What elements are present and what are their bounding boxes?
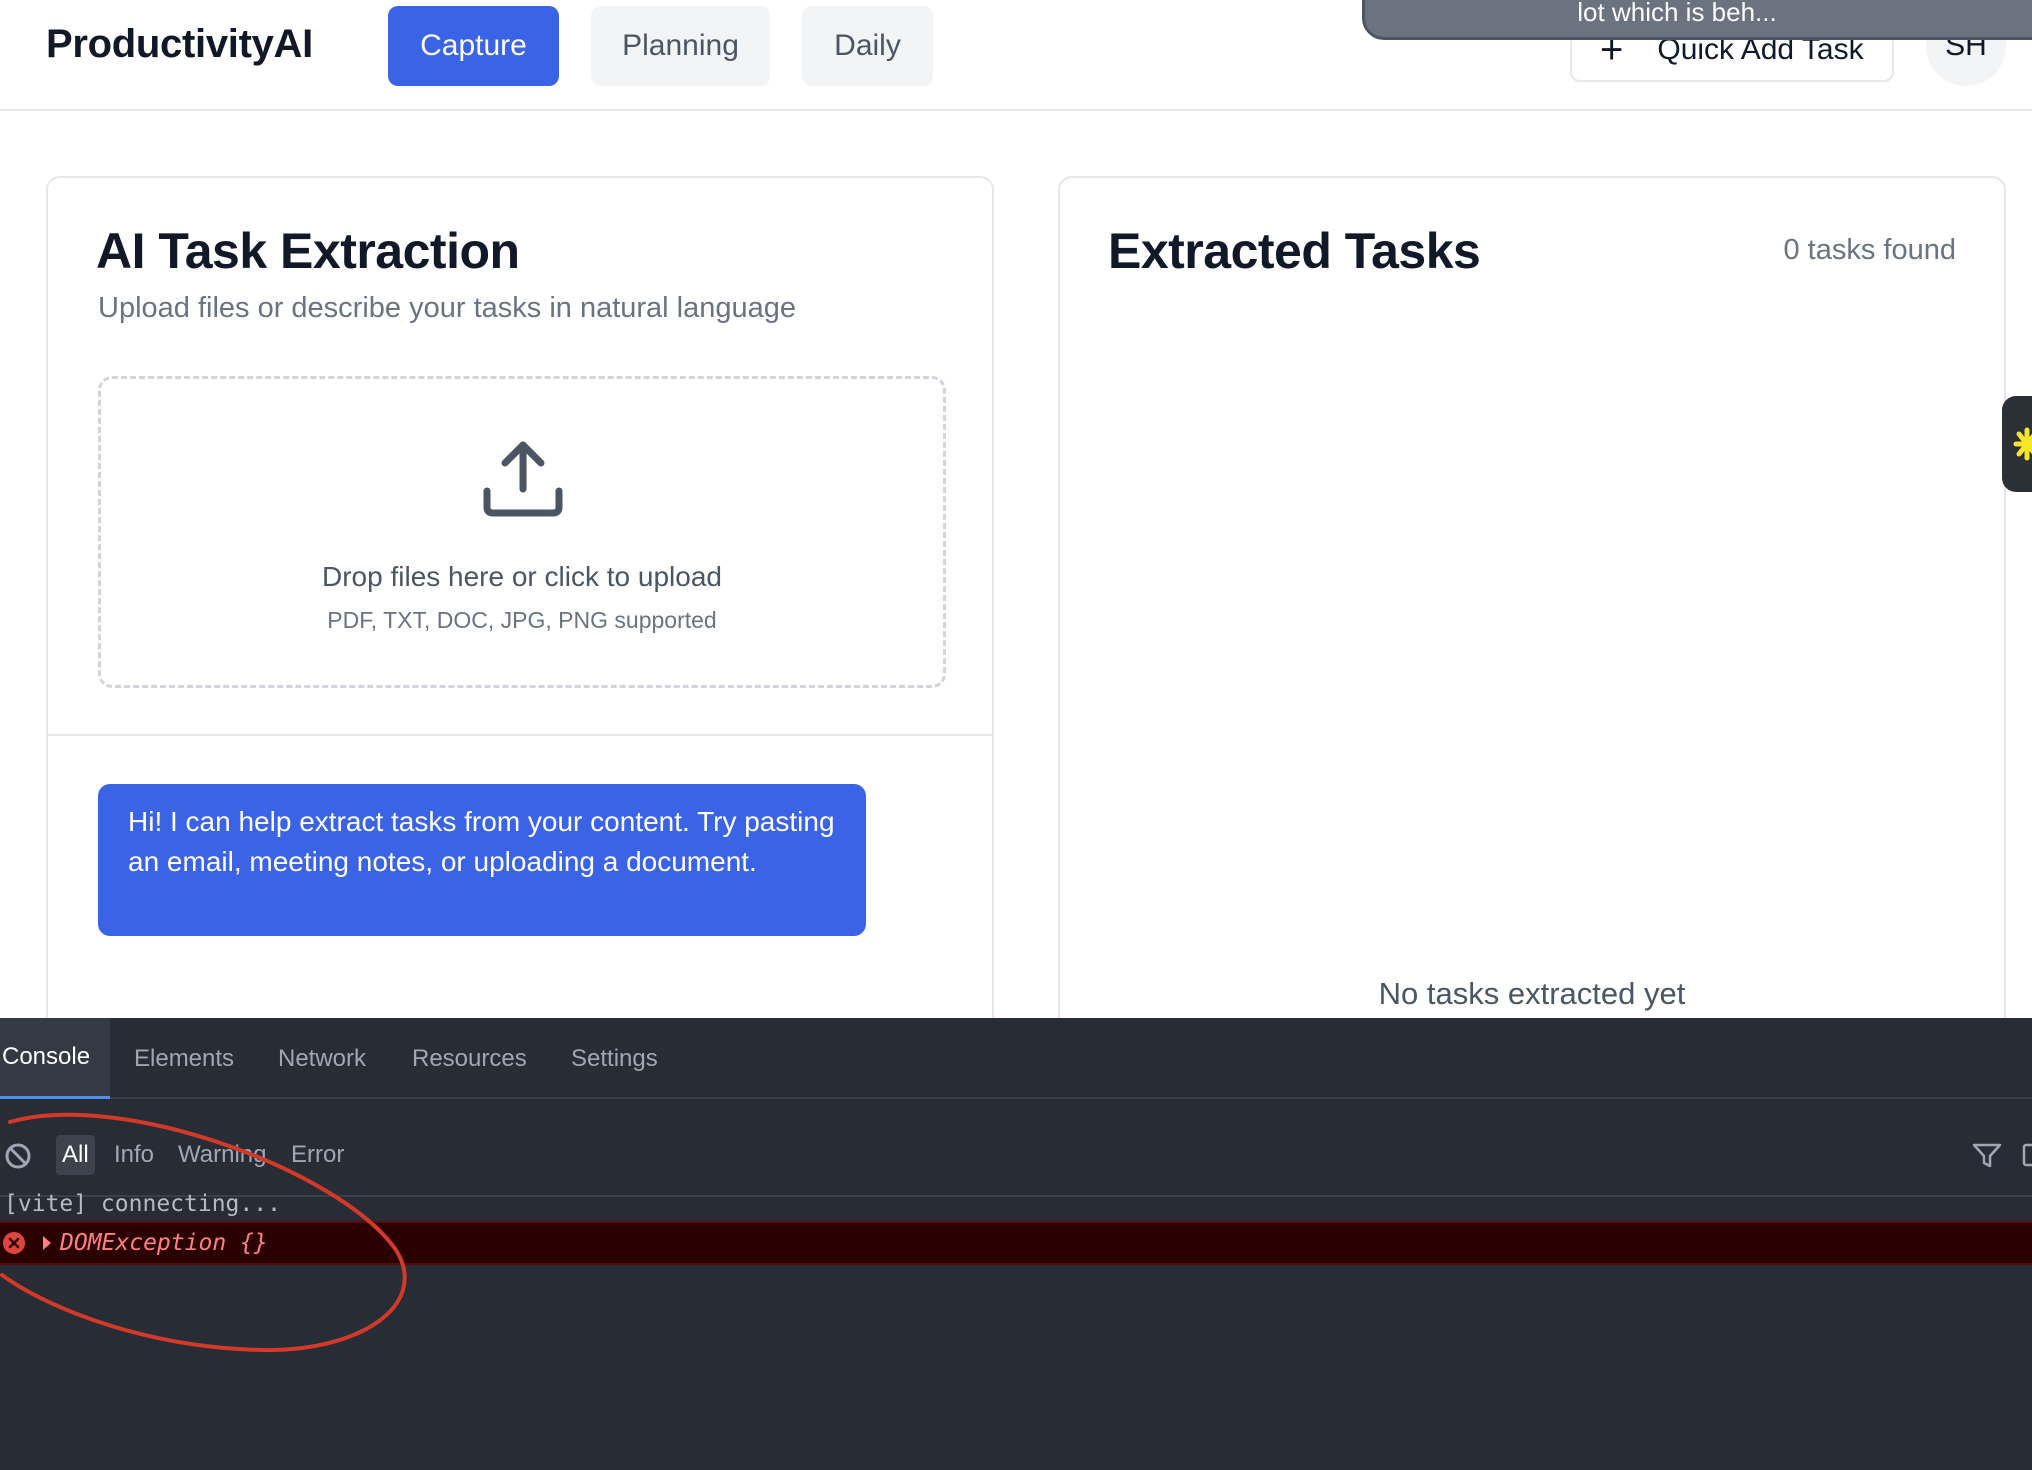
- task-count: 0 tasks found: [1783, 234, 1957, 266]
- error-icon: [3, 1232, 25, 1254]
- devtools-tab-settings[interactable]: Settings: [571, 1018, 658, 1099]
- clear-console-icon[interactable]: [4, 1142, 32, 1170]
- console-settings-icon[interactable]: [2022, 1143, 2032, 1169]
- console-log-info[interactable]: [vite] connecting...: [0, 1182, 2032, 1226]
- empty-state-text: No tasks extracted yet: [1378, 976, 1686, 1011]
- extracted-tasks-card: Extracted Tasks 0 tasks found No tasks e…: [1058, 176, 2006, 1036]
- filter-error[interactable]: Error: [285, 1135, 350, 1175]
- filter-funnel-icon[interactable]: [1972, 1143, 2002, 1169]
- side-widget-button[interactable]: [2002, 396, 2032, 492]
- dropzone-formats: PDF, TXT, DOC, JPG, PNG supported: [327, 607, 717, 633]
- app-logo[interactable]: ProductivityAI: [46, 22, 313, 67]
- sparkle-icon: [2013, 427, 2032, 461]
- expand-caret-icon[interactable]: [40, 1234, 54, 1252]
- filter-warning[interactable]: Warning: [172, 1135, 272, 1175]
- assistant-message: Hi! I can help extract tasks from your c…: [98, 784, 866, 936]
- devtools-tab-network[interactable]: Network: [278, 1018, 366, 1099]
- log-message: [vite] connecting...: [4, 1191, 281, 1217]
- section-divider: [48, 734, 992, 736]
- ai-task-extraction-card: AI Task Extraction Upload files or descr…: [46, 176, 994, 1036]
- tab-capture[interactable]: Capture: [388, 6, 559, 86]
- upload-icon: [483, 441, 563, 517]
- toast-notification[interactable]: lot which is beh...: [1362, 0, 2032, 40]
- extraction-subtitle: Upload files or describe your tasks in n…: [98, 292, 797, 324]
- console-log-error[interactable]: DOMException {}: [0, 1221, 2032, 1265]
- devtools-tab-bar: Console Elements Network Resources Setti…: [0, 1018, 2032, 1099]
- log-message: DOMException {}: [60, 1230, 268, 1256]
- filter-all[interactable]: All: [56, 1135, 95, 1175]
- extracted-title: Extracted Tasks: [1108, 223, 1481, 279]
- extraction-title: AI Task Extraction: [96, 223, 520, 279]
- filter-info[interactable]: Info: [108, 1135, 160, 1175]
- devtools-tab-elements[interactable]: Elements: [134, 1018, 234, 1099]
- file-dropzone[interactable]: Drop files here or click to upload PDF, …: [98, 376, 946, 688]
- devtools-tab-resources[interactable]: Resources: [412, 1018, 527, 1099]
- devtools-tab-console[interactable]: Console: [0, 1018, 111, 1099]
- tab-planning[interactable]: Planning: [591, 6, 770, 86]
- tab-daily[interactable]: Daily: [802, 6, 933, 86]
- dropzone-text: Drop files here or click to upload: [322, 561, 722, 592]
